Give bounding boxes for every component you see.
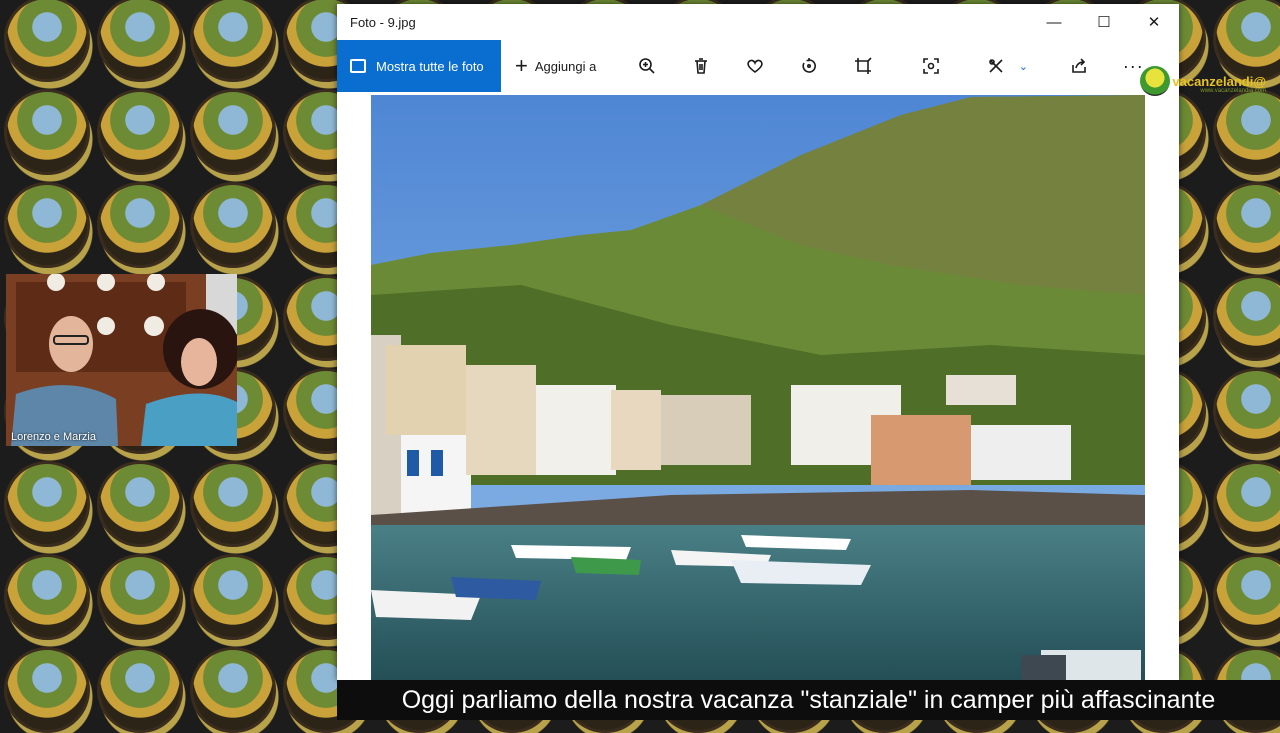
- background-badge: [4, 0, 90, 82]
- participant-name: Lorenzo e Marzia: [11, 431, 96, 443]
- background-badge: [4, 461, 90, 547]
- enhance-icon[interactable]: [904, 40, 958, 92]
- logo-icon: [1140, 66, 1171, 96]
- toolbar: Mostra tutte le foto + Aggiungi a ⌄ ···: [337, 40, 1179, 92]
- minimize-button[interactable]: —: [1029, 4, 1079, 40]
- vacanzelandia-logo: vacanzelandi@ www.vacanzelandia.com: [1140, 66, 1266, 96]
- plus-icon: +: [515, 53, 528, 78]
- favorite-icon[interactable]: [728, 40, 782, 92]
- logo-subtext: www.vacanzelandia.com: [1200, 88, 1267, 94]
- background-badge: [190, 554, 276, 640]
- chevron-down-icon[interactable]: ⌄: [1014, 40, 1032, 92]
- background-badge: [1213, 275, 1280, 361]
- logo-text: vacanzelandi@: [1172, 73, 1266, 89]
- show-all-photos-button[interactable]: Mostra tutte le foto: [337, 40, 501, 92]
- background-badge: [1213, 554, 1280, 640]
- background-badge: [97, 89, 183, 175]
- background-badge: [1213, 89, 1280, 175]
- title-bar: Foto - 9.jpg — ☐ ✕: [337, 4, 1179, 40]
- background-badge: [97, 0, 183, 82]
- share-icon[interactable]: [1052, 40, 1106, 92]
- photo-viewer: [337, 92, 1179, 680]
- background-badge: [4, 182, 90, 268]
- background-badge: [4, 89, 90, 175]
- subtitle-text: Oggi parliamo della nostra vacanza "stan…: [401, 685, 1216, 714]
- photos-app-window: Foto - 9.jpg — ☐ ✕ Mostra tutte le foto …: [337, 4, 1179, 680]
- background-badge: [190, 647, 276, 733]
- maximize-button[interactable]: ☐: [1079, 4, 1129, 40]
- background-badge: [1213, 182, 1280, 268]
- zoom-in-icon[interactable]: [620, 40, 674, 92]
- subtitle-bar: Oggi parliamo della nostra vacanza "stan…: [337, 680, 1280, 720]
- add-to-button[interactable]: + Aggiungi a: [501, 40, 606, 92]
- delete-icon[interactable]: [674, 40, 728, 92]
- crop-icon[interactable]: [836, 40, 890, 92]
- background-badge: [190, 89, 276, 175]
- background-badge: [190, 461, 276, 547]
- webcam-overlay: Lorenzo e Marzia: [6, 274, 237, 446]
- photos-icon: [350, 59, 366, 73]
- background-badge: [97, 182, 183, 268]
- show-all-photos-label: Mostra tutte le foto: [376, 58, 484, 74]
- background-badge: [97, 461, 183, 547]
- background-badge: [1213, 368, 1280, 454]
- close-button[interactable]: ✕: [1129, 4, 1179, 40]
- background-badge: [1213, 461, 1280, 547]
- background-badge: [4, 647, 90, 733]
- edit-icon[interactable]: [978, 40, 1014, 92]
- background-badge: [190, 0, 276, 82]
- background-badge: [4, 554, 90, 640]
- background-badge: [190, 182, 276, 268]
- window-title: Foto - 9.jpg: [350, 14, 416, 30]
- add-to-label: Aggiungi a: [534, 58, 597, 74]
- displayed-photo[interactable]: [371, 95, 1145, 680]
- background-badge: [97, 554, 183, 640]
- background-badge: [97, 647, 183, 733]
- rotate-icon[interactable]: [782, 40, 836, 92]
